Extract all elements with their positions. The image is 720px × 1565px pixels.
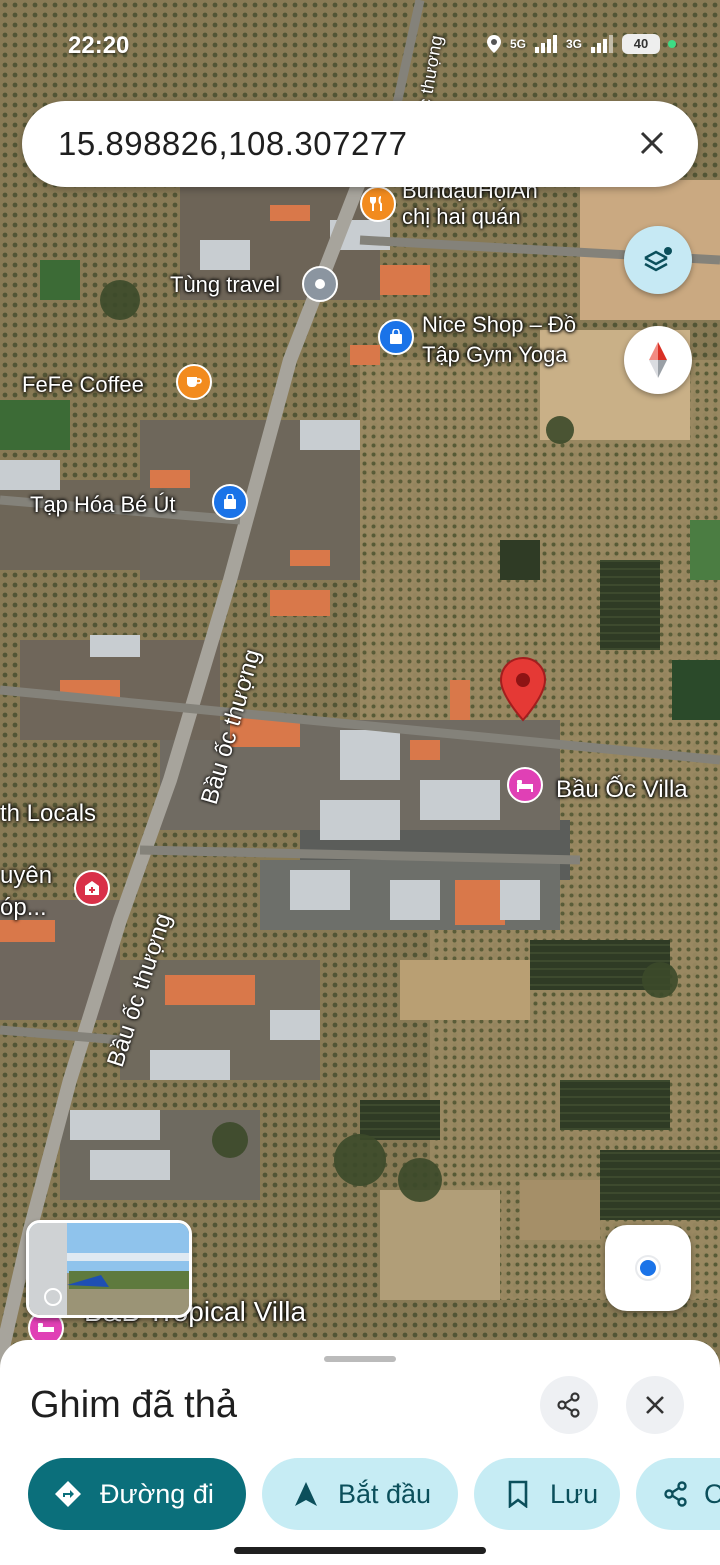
search-bar[interactable]: 15.898826,108.307277 bbox=[22, 101, 698, 187]
layers-button[interactable] bbox=[624, 226, 692, 294]
signal-icon bbox=[534, 35, 557, 53]
clock: 22:20 bbox=[68, 32, 130, 59]
search-input[interactable]: 15.898826,108.307277 bbox=[58, 125, 408, 163]
directions-button[interactable]: Đường đi bbox=[28, 1458, 246, 1530]
layers-icon bbox=[644, 247, 672, 272]
network-5g: 5G bbox=[509, 37, 526, 51]
shopping-bag-icon[interactable] bbox=[378, 319, 414, 355]
network-3g: 3G bbox=[565, 37, 582, 51]
street-view-image bbox=[29, 1223, 189, 1315]
street-view-thumbnail[interactable] bbox=[26, 1220, 192, 1318]
share-chip-label: C bbox=[704, 1478, 720, 1509]
sheet-drag-handle[interactable] bbox=[324, 1356, 396, 1362]
gesture-nav-bar[interactable] bbox=[234, 1547, 486, 1554]
coffee-icon[interactable] bbox=[176, 364, 212, 400]
start-label: Bắt đầu bbox=[338, 1478, 432, 1509]
directions-icon bbox=[50, 1476, 86, 1512]
share-button[interactable] bbox=[540, 1376, 598, 1434]
location-icon bbox=[486, 35, 501, 53]
navigation-arrow-icon bbox=[288, 1476, 324, 1512]
status-icons: 5G 3G 40 bbox=[486, 34, 676, 54]
start-button[interactable]: Bắt đầu bbox=[262, 1458, 458, 1530]
share-chip-button[interactable]: C bbox=[636, 1458, 720, 1530]
shopping-bag-icon[interactable] bbox=[212, 484, 248, 520]
close-icon bbox=[646, 1396, 664, 1414]
signal-icon bbox=[591, 35, 613, 53]
compass-button[interactable] bbox=[624, 326, 692, 394]
pin-icon[interactable] bbox=[302, 266, 338, 302]
my-location-icon bbox=[635, 1255, 661, 1281]
poi-label-tung-travel[interactable]: Tùng travel bbox=[170, 272, 280, 298]
poi-label-nice-shop[interactable]: Nice Shop – Đồ Tập Gym Yoga bbox=[422, 310, 576, 370]
close-sheet-button[interactable] bbox=[626, 1376, 684, 1434]
save-label: Lưu bbox=[550, 1478, 599, 1509]
my-location-button[interactable] bbox=[605, 1225, 691, 1311]
dropped-pin-icon[interactable] bbox=[498, 656, 548, 722]
poi-label-locals[interactable]: th Locals bbox=[0, 800, 96, 828]
bed-icon[interactable] bbox=[507, 767, 543, 803]
bookmark-icon bbox=[500, 1476, 536, 1512]
poi-label-bau-oc-villa[interactable]: Bầu Ốc Villa bbox=[556, 776, 688, 804]
battery-icon: 40 bbox=[622, 34, 660, 54]
compass-icon bbox=[649, 342, 667, 378]
save-button[interactable]: Lưu bbox=[474, 1458, 620, 1530]
share-icon bbox=[557, 1392, 580, 1418]
restaurant-icon[interactable] bbox=[360, 186, 396, 222]
medical-icon[interactable] bbox=[74, 870, 110, 906]
poi-label-tap-hoa[interactable]: Tạp Hóa Bé Út bbox=[30, 492, 176, 518]
poi-label-clinic[interactable]: uyên óp... bbox=[0, 860, 52, 924]
sheet-title: Ghim đã thả bbox=[30, 1384, 237, 1426]
poi-label-fefe-coffee[interactable]: FeFe Coffee bbox=[22, 372, 144, 398]
status-bar: 22:20 5G 3G 40 bbox=[0, 0, 720, 90]
dropped-pin-sheet[interactable]: Ghim đã thả Đường đi Bắt đầu Lưu C bbox=[0, 1340, 720, 1565]
share-icon bbox=[662, 1476, 690, 1512]
close-icon[interactable] bbox=[630, 121, 674, 165]
privacy-indicator bbox=[668, 40, 676, 48]
directions-label: Đường đi bbox=[100, 1478, 214, 1509]
